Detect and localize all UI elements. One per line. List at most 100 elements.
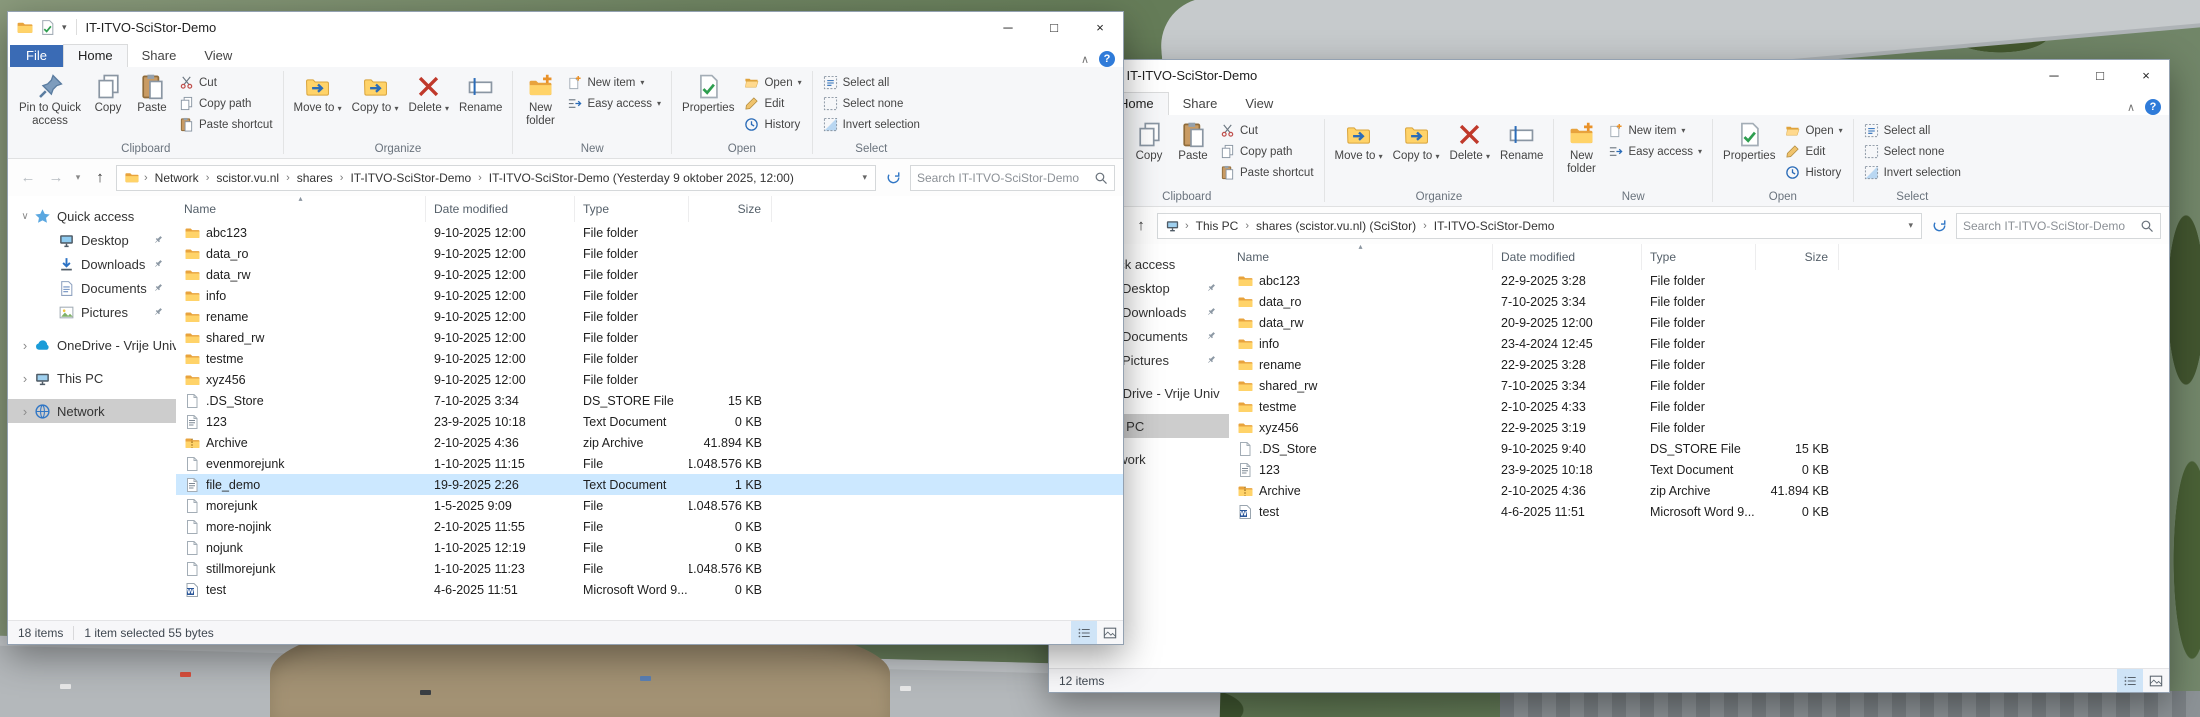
recent-locations-icon[interactable]: ▾: [72, 166, 84, 190]
edit-button[interactable]: Edit: [1780, 141, 1847, 162]
history-button[interactable]: History: [739, 114, 806, 135]
file-name-cell[interactable]: test: [1229, 504, 1493, 520]
file-row[interactable]: more-nojink 2-10-2025 11:55 File 0 KB: [176, 516, 1123, 537]
file-row[interactable]: xyz456 9-10-2025 12:00 File folder: [176, 369, 1123, 390]
cut-button[interactable]: Cut: [174, 72, 278, 93]
help-icon[interactable]: ?: [2145, 99, 2161, 115]
cut-button[interactable]: Cut: [1215, 120, 1319, 141]
file-name-cell[interactable]: 123: [176, 414, 426, 430]
file-name-cell[interactable]: abc123: [176, 225, 426, 241]
breadcrumb-item[interactable]: Network›: [150, 171, 212, 185]
sidebar-item[interactable]: This PC: [8, 366, 176, 390]
select-none-button[interactable]: Select none: [818, 93, 925, 114]
file-name-cell[interactable]: .DS_Store: [176, 393, 426, 409]
sidebar-item[interactable]: Documents: [8, 276, 176, 300]
qat-properties-icon[interactable]: [39, 19, 56, 36]
new-item-button[interactable]: New item▾: [1603, 120, 1707, 141]
paste-button[interactable]: Paste: [1171, 118, 1215, 166]
tab-share[interactable]: Share: [1169, 93, 1232, 115]
new-item-button[interactable]: New item▾: [562, 72, 666, 93]
chevron-icon[interactable]: [18, 338, 32, 353]
file-name-cell[interactable]: info: [1229, 336, 1493, 352]
file-row[interactable]: data_rw 9-10-2025 12:00 File folder: [176, 264, 1123, 285]
column-header-date-modified[interactable]: Date modified: [1493, 244, 1642, 270]
file-row[interactable]: morejunk 1-5-2025 9:09 File 1.048.576 KB: [176, 495, 1123, 516]
paste-shortcut-button[interactable]: Paste shortcut: [174, 114, 278, 135]
sidebar-item[interactable]: Downloads: [8, 252, 176, 276]
file-row[interactable]: data_ro 7-10-2025 3:34 File folder: [1229, 291, 2169, 312]
file-name-cell[interactable]: info: [176, 288, 426, 304]
history-button[interactable]: History: [1780, 162, 1847, 183]
file-name-cell[interactable]: data_ro: [1229, 294, 1493, 310]
up-icon[interactable]: ↑: [88, 166, 112, 190]
breadcrumb-item[interactable]: IT-ITVO-SciStor-Demo›: [1429, 219, 1560, 233]
search-box[interactable]: [910, 165, 1115, 191]
back-icon[interactable]: ←: [16, 166, 40, 190]
breadcrumb-item[interactable]: IT-ITVO-SciStor-Demo›: [345, 171, 483, 185]
file-row[interactable]: 123 23-9-2025 10:18 Text Document 0 KB: [176, 411, 1123, 432]
up-icon[interactable]: ↑: [1129, 214, 1153, 238]
select-none-button[interactable]: Select none: [1859, 141, 1966, 162]
copy-path-button[interactable]: Copy path: [1215, 141, 1319, 162]
file-row[interactable]: .DS_Store 7-10-2025 3:34 DS_STORE File 1…: [176, 390, 1123, 411]
breadcrumb-item[interactable]: IT-ITVO-SciStor-Demo (Yesterday 9 oktobe…: [484, 171, 799, 185]
paste-button[interactable]: Paste: [130, 70, 174, 118]
refresh-icon[interactable]: [1926, 213, 1952, 239]
file-name-cell[interactable]: Archive: [176, 435, 426, 451]
paste-shortcut-button[interactable]: Paste shortcut: [1215, 162, 1319, 183]
file-name-cell[interactable]: file_demo: [176, 477, 426, 493]
file-name-cell[interactable]: testme: [1229, 399, 1493, 415]
qat-customize-icon[interactable]: ▾: [62, 22, 67, 33]
file-row[interactable]: info 23-4-2024 12:45 File folder: [1229, 333, 2169, 354]
file-name-cell[interactable]: xyz456: [176, 372, 426, 388]
file-row[interactable]: Archive 2-10-2025 4:36 zip Archive 41.89…: [176, 432, 1123, 453]
file-row[interactable]: data_rw 20-9-2025 12:00 File folder: [1229, 312, 2169, 333]
column-header-size[interactable]: Size: [689, 196, 772, 222]
file-name-cell[interactable]: shared_rw: [176, 330, 426, 346]
properties-button[interactable]: Properties: [1718, 118, 1780, 166]
file-row[interactable]: abc123 9-10-2025 12:00 File folder: [176, 222, 1123, 243]
sidebar-item[interactable]: OneDrive - Vrije Univ: [8, 333, 176, 357]
copy-to-button[interactable]: Copy to ▾: [1388, 118, 1445, 166]
maximize-button[interactable]: □: [2077, 60, 2123, 90]
file-row[interactable]: file_demo 19-9-2025 2:26 Text Document 1…: [176, 474, 1123, 495]
help-icon[interactable]: ?: [1099, 51, 1115, 67]
tab-share[interactable]: Share: [128, 45, 191, 67]
chevron-icon[interactable]: [18, 404, 32, 419]
file-name-cell[interactable]: abc123: [1229, 273, 1493, 289]
rename-button[interactable]: Rename: [454, 70, 507, 118]
column-header-name[interactable]: ▴Name: [1229, 244, 1493, 270]
new-folder-button[interactable]: Newfolder: [1559, 118, 1603, 179]
minimize-button[interactable]: ─: [985, 12, 1031, 42]
copy-path-button[interactable]: Copy path: [174, 93, 278, 114]
chevron-icon[interactable]: [18, 211, 32, 222]
new-folder-button[interactable]: Newfolder: [518, 70, 562, 131]
file-row[interactable]: xyz456 22-9-2025 3:19 File folder: [1229, 417, 2169, 438]
select-all-button[interactable]: Select all: [818, 72, 925, 93]
file-row[interactable]: testme 2-10-2025 4:33 File folder: [1229, 396, 2169, 417]
file-name-cell[interactable]: .DS_Store: [1229, 441, 1493, 457]
file-row[interactable]: evenmorejunk 1-10-2025 11:15 File 1.048.…: [176, 453, 1123, 474]
file-name-cell[interactable]: rename: [176, 309, 426, 325]
breadcrumb-item[interactable]: shares›: [292, 171, 346, 185]
breadcrumb-item[interactable]: This PC›: [1191, 219, 1251, 233]
delete-button[interactable]: Delete ▾: [1445, 118, 1495, 166]
tab-file[interactable]: File: [10, 45, 63, 67]
easy-access-button[interactable]: Easy access▾: [562, 93, 666, 114]
file-name-cell[interactable]: shared_rw: [1229, 378, 1493, 394]
file-row[interactable]: abc123 22-9-2025 3:28 File folder: [1229, 270, 2169, 291]
invert-selection-button[interactable]: Invert selection: [1859, 162, 1966, 183]
file-name-cell[interactable]: data_ro: [176, 246, 426, 262]
tab-view[interactable]: View: [190, 45, 246, 67]
file-row[interactable]: shared_rw 7-10-2025 3:34 File folder: [1229, 375, 2169, 396]
file-row[interactable]: test 4-6-2025 11:51 Microsoft Word 9... …: [176, 579, 1123, 600]
maximize-button[interactable]: □: [1031, 12, 1077, 42]
file-name-cell[interactable]: test: [176, 582, 426, 598]
move-to-button[interactable]: Move to ▾: [289, 70, 347, 118]
edit-button[interactable]: Edit: [739, 93, 806, 114]
address-bar[interactable]: › Network› scistor.vu.nl› shares› IT-ITV…: [116, 165, 876, 191]
easy-access-button[interactable]: Easy access▾: [1603, 141, 1707, 162]
file-row[interactable]: testme 9-10-2025 12:00 File folder: [176, 348, 1123, 369]
file-name-cell[interactable]: nojunk: [176, 540, 426, 556]
search-input[interactable]: [917, 171, 1094, 185]
